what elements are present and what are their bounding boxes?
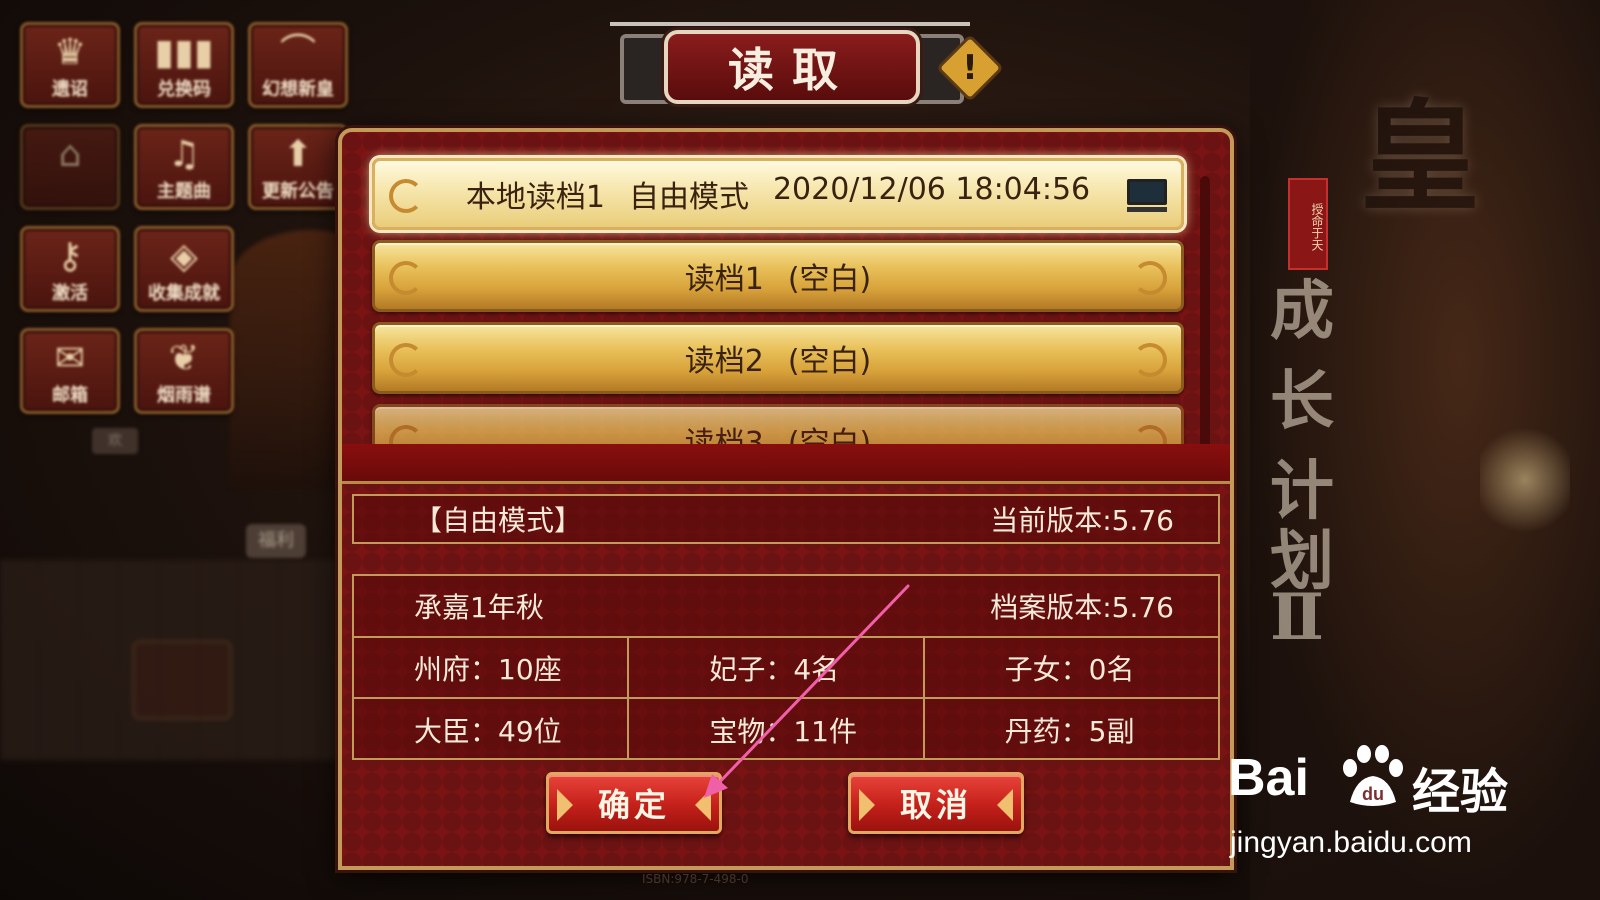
scrollbar[interactable]	[1200, 176, 1210, 446]
achievement-icon: ◈	[170, 236, 198, 277]
music-icon: ♫	[167, 134, 201, 175]
baidu-logo-text: Bai	[1228, 749, 1309, 807]
computer-icon	[1127, 179, 1167, 213]
scroll-art-icon: ❦	[168, 338, 200, 379]
menu-button-theme-song[interactable]: ♫ 主题曲	[134, 124, 234, 210]
list-divider	[342, 444, 1230, 484]
menu-button-activate[interactable]: ⚷ 激活	[20, 226, 120, 312]
arrow-left-icon	[859, 789, 875, 821]
crown-icon: ♛	[53, 32, 87, 73]
slot-name: 读档2	[684, 344, 764, 379]
scroll-ornament-icon	[389, 261, 423, 295]
save-details-table: 承嘉1年秋 档案版本:5.76 州府：10座 妃子：4名 子女：0名 大臣：49…	[352, 574, 1220, 760]
stat-ministers: 大臣：49位	[414, 714, 562, 748]
menu-button-label: 主题曲	[157, 181, 211, 202]
menu-button-fantasy-emperor[interactable]: ⌒ 幻想新皇	[248, 22, 348, 108]
slot-datetime: 2020/12/06 18:04:56	[772, 172, 1091, 207]
menu-button-label: 收集成就	[148, 283, 220, 304]
slot-status: (空白)	[787, 262, 872, 297]
load-dialog: 本地读档1 自由模式 2020/12/06 18:04:56 读档1 (空白) …	[338, 128, 1234, 870]
stat-children: 子女：0名	[922, 638, 1218, 697]
menu-button-update-notice[interactable]: ⬆ 更新公告	[248, 124, 348, 210]
exclamation-icon: !	[962, 48, 978, 88]
cancel-button-label: 取消	[899, 786, 972, 824]
baidu-watermark: Bai du 经验 jingyan.baidu.com	[1228, 740, 1578, 870]
details-header-row: 承嘉1年秋 档案版本:5.76	[354, 576, 1218, 638]
scroll-ornament-icon	[389, 343, 423, 377]
menu-button-label: 兑换码	[157, 79, 211, 100]
save-mode-label: 【自由模式】	[414, 504, 583, 537]
background-calligraphy: 皇 成 长 计 划 Ⅱ	[1270, 60, 1500, 660]
baidu-paw-icon: du	[1343, 745, 1403, 806]
dialog-title-banner: 读取 !	[610, 20, 1004, 106]
menu-button-achievements[interactable]: ◈ 收集成就	[134, 226, 234, 312]
season-label: 承嘉1年秋	[414, 591, 544, 624]
slot-mode: 自由模式	[628, 180, 749, 215]
emperor-hat-icon: ⌒	[279, 32, 316, 73]
palace-icon: ⌂	[58, 134, 82, 175]
stat-treasures: 宝物：11件	[627, 699, 922, 760]
save-version: 档案版本:5.76	[990, 591, 1174, 624]
svg-text:du: du	[1362, 784, 1384, 804]
arrow-right-icon	[997, 789, 1013, 821]
save-slot-1[interactable]: 读档1 (空白)	[372, 240, 1184, 312]
save-slot-3[interactable]: 读档3 (空白)	[372, 404, 1184, 446]
arrow-left-icon	[557, 789, 573, 821]
slot-name: 读档1	[684, 262, 764, 297]
save-slot-list[interactable]: 本地读档1 自由模式 2020/12/06 18:04:56 读档1 (空白) …	[352, 146, 1220, 446]
slot-name: 读档3	[684, 426, 764, 446]
menu-button-mailbox[interactable]: ✉ 邮箱	[20, 328, 120, 414]
confirm-button-label: 确定	[597, 786, 670, 824]
menu-button-edict[interactable]: ♛ 遗诏	[20, 22, 120, 108]
baidu-jingyan-text: 经验	[1412, 764, 1509, 820]
dialog-title: 读取	[664, 30, 920, 104]
table-row: 州府：10座 妃子：4名 子女：0名	[354, 638, 1218, 699]
scroll-ornament-icon	[1133, 425, 1167, 446]
arrow-right-icon	[695, 789, 711, 821]
current-version: 当前版本:5.76	[990, 504, 1174, 537]
menu-button-label: 幻想新皇	[262, 79, 334, 100]
save-slot-2[interactable]: 读档2 (空白)	[372, 322, 1184, 394]
calligraphy-seal: 授命于天	[1288, 178, 1328, 270]
scroll-ornament-icon	[389, 179, 423, 213]
slot-name: 本地读档1	[465, 180, 605, 215]
save-slot-local-1[interactable]: 本地读档1 自由模式 2020/12/06 18:04:56	[372, 158, 1184, 230]
menu-button-label: 更新公告	[262, 181, 334, 202]
mail-icon: ✉	[54, 338, 86, 379]
slot-status: (空白)	[787, 344, 872, 379]
update-arrow-icon: ⬆	[282, 134, 314, 175]
calligraphy-big: 皇	[1360, 87, 1480, 228]
scroll-ornament-icon	[389, 425, 423, 446]
confirm-button[interactable]: 确定	[546, 772, 722, 834]
menu-button-hidden[interactable]	[132, 640, 232, 720]
side-tab[interactable]: 欢	[92, 428, 138, 454]
welfare-badge[interactable]: 福利	[246, 524, 306, 558]
menu-button-label: 遗诏	[52, 79, 88, 100]
calligraphy-char: 长	[1270, 364, 1334, 439]
menu-button-yanyu-gallery[interactable]: ❦ 烟雨谱	[134, 328, 234, 414]
menu-button-label: 激活	[52, 283, 88, 304]
stat-consorts: 妃子：4名	[627, 638, 922, 697]
save-mode-bar: 【自由模式】 当前版本:5.76	[352, 494, 1220, 544]
table-row: 大臣：49位 宝物：11件 丹药：5副	[354, 699, 1218, 760]
footer-isbn-text: ISBN:978-7-498-0	[642, 872, 749, 886]
menu-button-label: 烟雨谱	[157, 385, 211, 406]
slot-status: (空白)	[787, 426, 872, 446]
cancel-button[interactable]: 取消	[848, 772, 1024, 834]
watermark-url: jingyan.baidu.com	[1230, 826, 1472, 859]
stat-provinces: 州府：10座	[414, 652, 562, 686]
menu-button-redeem-code[interactable]: ▮▮▮ 兑换码	[134, 22, 234, 108]
key-icon: ⚷	[56, 236, 84, 277]
stat-elixirs: 丹药：5副	[922, 699, 1218, 760]
menu-button-label: 邮箱	[52, 385, 88, 406]
menu-button-palace[interactable]: ⌂	[20, 124, 120, 210]
scroll-ornament-icon	[1133, 261, 1167, 295]
calligraphy-char: 成	[1270, 274, 1334, 349]
code-icon: ▮▮▮	[154, 32, 214, 73]
title-divider	[610, 22, 970, 26]
calligraphy-char: Ⅱ	[1270, 580, 1324, 655]
scroll-ornament-icon	[1133, 343, 1167, 377]
